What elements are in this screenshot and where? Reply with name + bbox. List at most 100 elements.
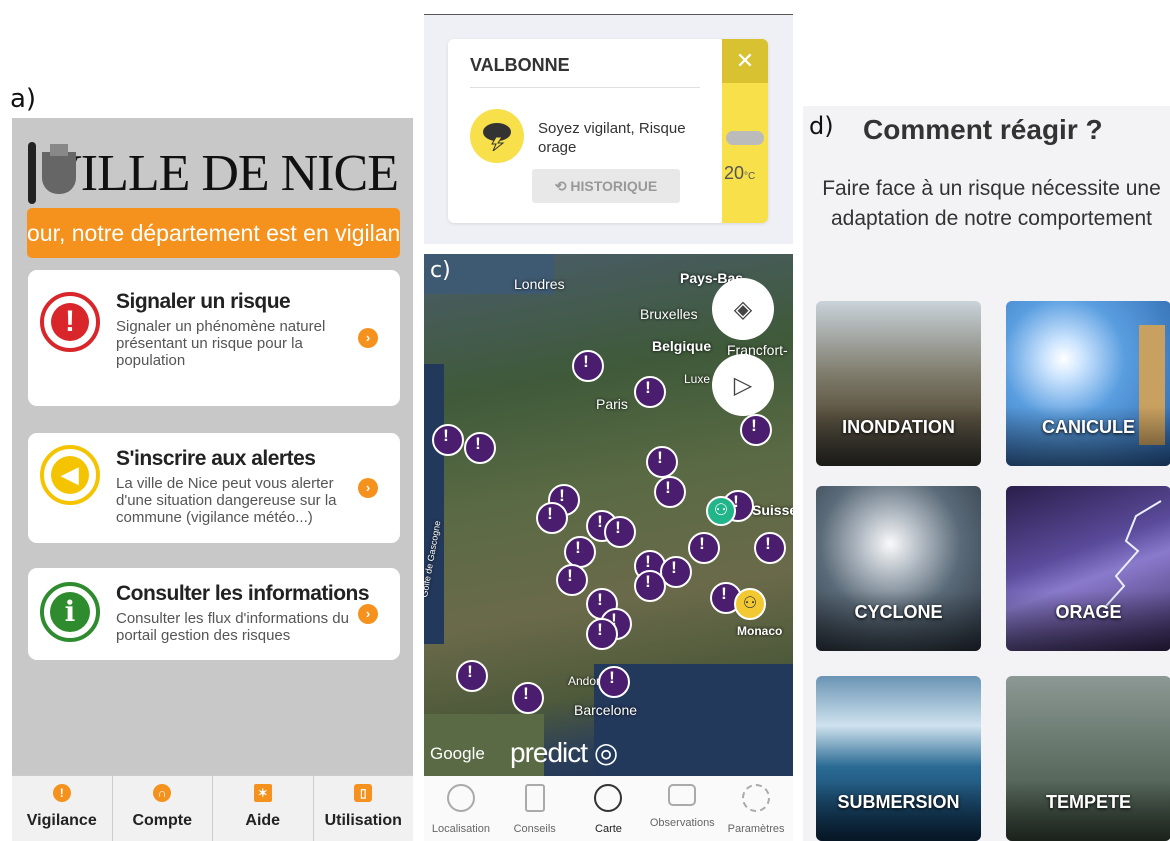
bottom-nav: ! Vigilance ∩ Compte ✶ Aide ▯ Utilisation — [12, 775, 413, 841]
report-risk-card[interactable]: ! Signaler un risque Signaler un phénomè… — [28, 270, 400, 406]
nav-localisation[interactable]: Localisation — [424, 776, 498, 841]
place-label: Londres — [514, 276, 565, 292]
megaphone-icon: ◀ — [40, 445, 100, 505]
place-label: Barcelone — [574, 702, 638, 718]
nav-vigilance[interactable]: ! Vigilance — [12, 776, 113, 841]
page-title: Comment réagir ? — [863, 114, 1103, 145]
card-title: Signaler un risque — [116, 290, 291, 313]
risk-marker-icon[interactable] — [556, 564, 588, 598]
bottom-nav: Localisation Conseils Carte Observations… — [424, 776, 793, 841]
warning-icon: ! — [52, 784, 71, 802]
panel-label-a: a) — [10, 84, 37, 114]
globe-icon — [594, 784, 623, 812]
risk-marker-icon[interactable] — [572, 350, 604, 384]
ville-de-nice-app: VILLE DE NICE our, notre département est… — [12, 118, 413, 841]
observer-marker-icon[interactable]: ⚇ — [734, 588, 766, 620]
chevron-right-icon: › — [358, 328, 378, 348]
consult-info-card[interactable]: i Consulter les informations Consulter l… — [28, 568, 400, 660]
tile-label: CYCLONE — [854, 602, 943, 622]
risk-marker-icon[interactable] — [512, 682, 544, 716]
alert-card: VALBONNE Soyez vigilant, Risque orage ⟲ … — [448, 39, 768, 223]
risk-marker-icon[interactable] — [586, 618, 618, 652]
tile-cyclone[interactable]: CYCLONE — [816, 486, 981, 651]
divider — [470, 87, 700, 88]
layers-button[interactable]: ◈ — [712, 278, 774, 340]
tile-tempete[interactable]: TEMPETE — [1006, 676, 1170, 841]
app-logo: VILLE DE NICE — [28, 140, 399, 206]
place-label: Luxe — [684, 372, 711, 386]
storm-cloud-icon — [470, 109, 524, 163]
info-icon: i — [40, 582, 100, 642]
vigilance-banner[interactable]: our, notre département est en vigilan — [27, 208, 400, 258]
risk-marker-icon[interactable] — [646, 446, 678, 480]
place-label: Paris — [596, 396, 628, 412]
panel-label-c: c) — [430, 258, 451, 283]
tile-label: SUBMERSION — [837, 792, 960, 812]
nav-utilisation[interactable]: ▯ Utilisation — [314, 776, 414, 841]
close-icon[interactable]: ✕ — [722, 39, 768, 83]
panel-label-d: d) — [809, 112, 834, 140]
location-user-icon — [446, 784, 475, 812]
risk-marker-icon[interactable] — [536, 502, 568, 536]
temperature-unit: °C — [744, 171, 756, 182]
risk-marker-icon[interactable] — [740, 414, 772, 448]
nav-label: Paramètres — [727, 823, 785, 835]
risk-marker-icon[interactable] — [688, 532, 720, 566]
nav-label: Observations — [649, 817, 715, 829]
nav-label: Aide — [245, 812, 281, 829]
nav-label: Vigilance — [26, 812, 97, 829]
satellite-map[interactable]: Londres Pays-Bas Bruxelles Belgique Fran… — [424, 254, 793, 776]
nav-label: Conseils — [513, 823, 556, 835]
chevron-right-icon: › — [358, 478, 378, 498]
history-button[interactable]: ⟲ HISTORIQUE — [532, 169, 680, 203]
nav-carte[interactable]: Carte — [572, 776, 646, 841]
risk-marker-icon[interactable] — [654, 476, 686, 510]
risk-marker-icon[interactable] — [598, 666, 630, 700]
predict-logo-icon: ◎ — [593, 737, 618, 768]
tile-canicule[interactable]: CANICULE — [1006, 301, 1170, 466]
risk-marker-icon[interactable] — [754, 532, 786, 566]
risk-marker-icon[interactable] — [456, 660, 488, 694]
risk-marker-icon[interactable] — [634, 570, 666, 604]
card-title: S'inscrire aux alertes — [116, 447, 316, 470]
risk-marker-icon[interactable] — [432, 424, 464, 458]
user-location-marker-icon[interactable]: ⚇ — [706, 496, 736, 526]
tile-inondation[interactable]: INONDATION — [816, 301, 981, 466]
nav-aide[interactable]: ✶ Aide — [213, 776, 314, 841]
subscribe-alerts-card[interactable]: ◀ S'inscrire aux alertes La ville de Nic… — [28, 433, 400, 543]
place-label: Suisse — [752, 502, 793, 518]
predict-logo-text: predict — [510, 737, 588, 768]
lightning-icon — [1105, 500, 1162, 606]
risk-marker-icon[interactable] — [604, 516, 636, 550]
alert-message: Soyez vigilant, Risque orage — [538, 120, 686, 156]
cloud-sun-icon — [726, 131, 764, 145]
help-icon: ✶ — [253, 784, 272, 802]
nav-label: Carte — [595, 823, 622, 835]
nav-conseils[interactable]: Conseils — [498, 776, 572, 841]
history-icon: ⟲ — [554, 178, 571, 194]
tile-submersion[interactable]: SUBMERSION — [816, 676, 981, 841]
tile-label: TEMPETE — [1045, 792, 1131, 812]
play-button[interactable]: ▷ — [712, 354, 774, 416]
place-label: Bruxelles — [640, 306, 698, 322]
temperature-value: 20 — [724, 163, 745, 183]
tile-label: ORAGE — [1055, 602, 1122, 622]
card-title: Consulter les informations — [116, 582, 370, 605]
user-icon: ∩ — [153, 784, 172, 802]
risk-marker-icon[interactable] — [464, 432, 496, 466]
page-subtitle: Faire face à un risque nécessite une ada… — [822, 177, 1161, 230]
tile-orage[interactable]: ORAGE — [1006, 486, 1170, 651]
nav-parametres[interactable]: Paramètres — [719, 776, 793, 841]
card-text: Consulter les flux d'informations du por… — [116, 610, 349, 644]
tile-label: INONDATION — [842, 417, 955, 437]
logo-text: VILLE DE NICE — [44, 144, 399, 202]
layers-icon: ◈ — [733, 295, 753, 323]
nav-label: Utilisation — [324, 812, 402, 829]
nav-label: Compte — [132, 812, 193, 829]
nav-observations[interactable]: Observations — [645, 776, 719, 841]
risk-marker-icon[interactable] — [634, 376, 666, 410]
place-label: Monaco — [737, 624, 783, 638]
nav-compte[interactable]: ∩ Compte — [113, 776, 213, 841]
document-icon — [524, 784, 545, 812]
how-to-react-screen: Comment réagir ? Faire face à un risque … — [803, 106, 1170, 841]
